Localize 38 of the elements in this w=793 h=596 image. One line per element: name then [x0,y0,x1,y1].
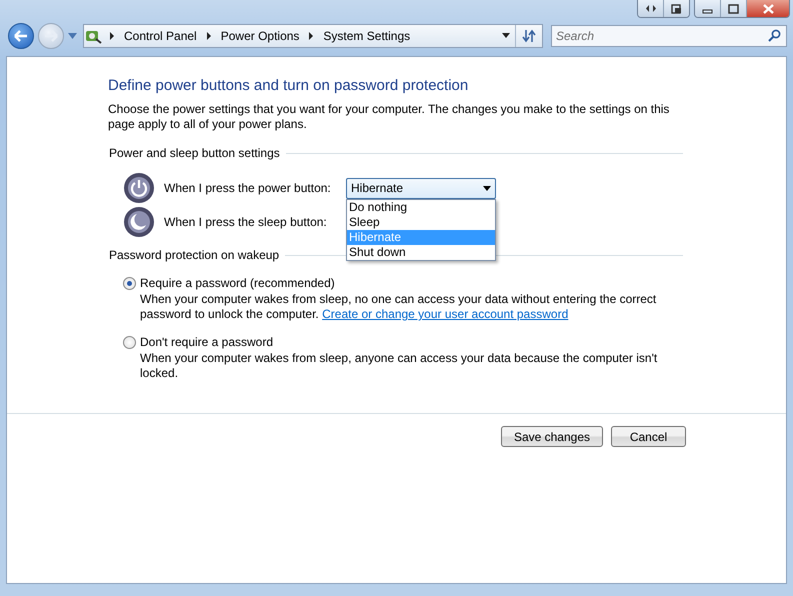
back-arrow-icon [14,30,28,42]
radio-button[interactable] [123,276,136,290]
intro-text: Choose the power settings that you want for your computer. The changes you make to the settings on this page apply to all of your power plans. [108,102,670,132]
power-icon [123,172,155,204]
forward-arrow-icon [44,30,58,42]
password-link[interactable]: Create or change your user account password [322,307,568,321]
breadcrumb-item[interactable]: Power Options [220,29,300,43]
search-icon[interactable] [767,29,783,43]
caret-icon [483,186,491,190]
action-dropdown[interactable]: Hibernate [346,178,496,198]
radio-label[interactable]: Require a password (recommended) [140,276,335,290]
window-icon[interactable] [663,0,689,17]
maximize-icon[interactable] [720,0,746,17]
option-description: When your computer wakes from sleep, no one can access your data without entering the correct password to unlock the computer. Create or change your user account password [140,292,658,322]
minimize-icon[interactable] [695,0,720,17]
radio-button[interactable] [123,336,136,348]
breadcrumb-item[interactable]: Control Panel [124,29,197,43]
dropdown-option[interactable]: Sleep [347,214,495,230]
back-button[interactable] [8,23,34,49]
moon-icon [123,206,155,238]
section-title: Password protection on wakeup [109,248,280,262]
option-description: When your computer wakes from sleep, anyone can access your data because the computer isn't locked. [140,351,658,381]
control-panel-icon [84,28,102,44]
section-title: Power and sleep button settings [109,146,280,160]
close-icon[interactable] [746,0,789,17]
dropdown-option[interactable]: Do nothing [347,200,495,214]
breadcrumb-item[interactable]: System Settings [323,29,410,43]
page-heading: Define power buttons and turn on password protection [108,77,470,94]
refresh-icon [522,29,536,43]
dropdown-option[interactable]: Shut down [347,244,495,260]
search-field[interactable]: Search [551,25,787,47]
snap-icon[interactable] [638,0,663,17]
dialog-button[interactable]: Cancel [611,426,686,447]
setting-label: When I press the power button: [164,181,332,195]
dialog-button[interactable]: Save changes [500,426,603,447]
setting-label: When I press the sleep button: [164,215,328,229]
radio-label[interactable]: Don't require a password [140,335,274,349]
recent-pages-icon[interactable] [68,33,77,39]
